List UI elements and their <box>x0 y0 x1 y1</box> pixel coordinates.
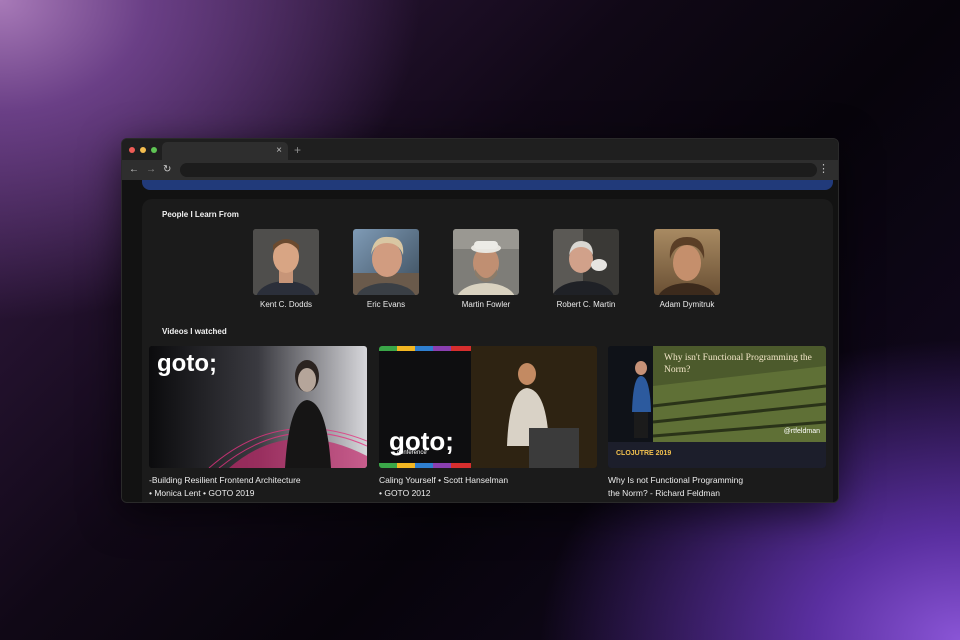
top-banner <box>142 180 833 190</box>
video-card[interactable]: Why isn't Functional Programming the Nor… <box>608 346 826 500</box>
person-card[interactable]: Eric Evans <box>346 229 426 309</box>
new-tab-button[interactable]: + <box>294 143 301 157</box>
browser-tab[interactable]: × <box>162 142 288 160</box>
portrait-kent-icon <box>253 229 319 295</box>
video-title-line1: Caling Yourself • Scott Hanselman <box>379 475 509 485</box>
video-title-line1: -Building Resilient Frontend Architectur… <box>149 475 301 485</box>
maximize-window-button[interactable] <box>151 147 157 153</box>
video-thumbnail[interactable]: goto; <box>149 346 367 468</box>
goto-conference-label: conference <box>397 450 427 456</box>
person-card[interactable]: Kent C. Dodds <box>246 229 326 309</box>
portrait-martin-icon <box>453 229 519 295</box>
reload-icon[interactable]: ↻ <box>163 164 171 176</box>
video-overlay-handle: @rtfeldman <box>783 428 820 435</box>
video-title-line2: • GOTO 2012 <box>379 488 431 498</box>
video-thumbnail[interactable]: goto; conference <box>379 346 597 468</box>
back-icon[interactable]: ← <box>129 164 139 176</box>
person-name: Kent C. Dodds <box>259 300 313 309</box>
address-bar[interactable] <box>180 163 817 177</box>
video-title-line2: • Monica Lent • GOTO 2019 <box>149 488 255 498</box>
video-title-line2: the Norm? - Richard Feldman <box>608 488 720 498</box>
portrait-robert-icon <box>553 229 619 295</box>
person-card[interactable]: Robert C. Martin <box>546 229 626 309</box>
browser-menu-icon[interactable]: ⋮ <box>818 163 829 176</box>
portrait-adam-icon <box>654 229 720 295</box>
person-avatar <box>654 229 720 295</box>
video-thumbnail[interactable]: Why isn't Functional Programming the Nor… <box>608 346 826 468</box>
person-card[interactable]: Martin Fowler <box>446 229 526 309</box>
video-overlay-title: Why isn't Functional Programming the Nor… <box>664 353 812 375</box>
person-avatar <box>253 229 319 295</box>
person-avatar <box>553 229 619 295</box>
person-avatar <box>453 229 519 295</box>
people-section-title: People I Learn From <box>162 210 239 219</box>
videos-section-title: Videos I watched <box>162 327 227 336</box>
person-card[interactable]: Adam Dymitruk <box>647 229 727 309</box>
video-title-line1: Why Is not Functional Programming <box>608 475 744 485</box>
goto-logo: goto; <box>157 350 217 377</box>
person-name: Eric Evans <box>366 300 406 309</box>
person-name: Martin Fowler <box>461 300 511 309</box>
browser-window: × + ← → ↻ ⋮ People I Learn From Kent C. … <box>121 138 839 503</box>
forward-icon[interactable]: → <box>146 164 156 176</box>
page-content: People I Learn From Kent C. Dodds Eric E… <box>122 180 838 502</box>
person-name: Robert C. Martin <box>556 300 616 309</box>
portrait-eric-icon <box>353 229 419 295</box>
close-window-button[interactable] <box>129 147 135 153</box>
window-controls <box>129 147 157 153</box>
main-card: People I Learn From Kent C. Dodds Eric E… <box>142 199 833 502</box>
person-name: Adam Dymitruk <box>659 300 715 309</box>
tab-close-icon[interactable]: × <box>276 145 282 157</box>
video-card[interactable]: goto; -Building Resilient Frontend Archi… <box>149 346 367 500</box>
event-logo: CLOJUTRE 2019 <box>616 450 672 457</box>
tab-bar: × + <box>122 139 838 160</box>
browser-toolbar: ← → ↻ ⋮ <box>122 160 838 180</box>
minimize-window-button[interactable] <box>140 147 146 153</box>
video-card[interactable]: goto; conference Caling Yourself • Scott… <box>379 346 597 500</box>
person-avatar <box>353 229 419 295</box>
